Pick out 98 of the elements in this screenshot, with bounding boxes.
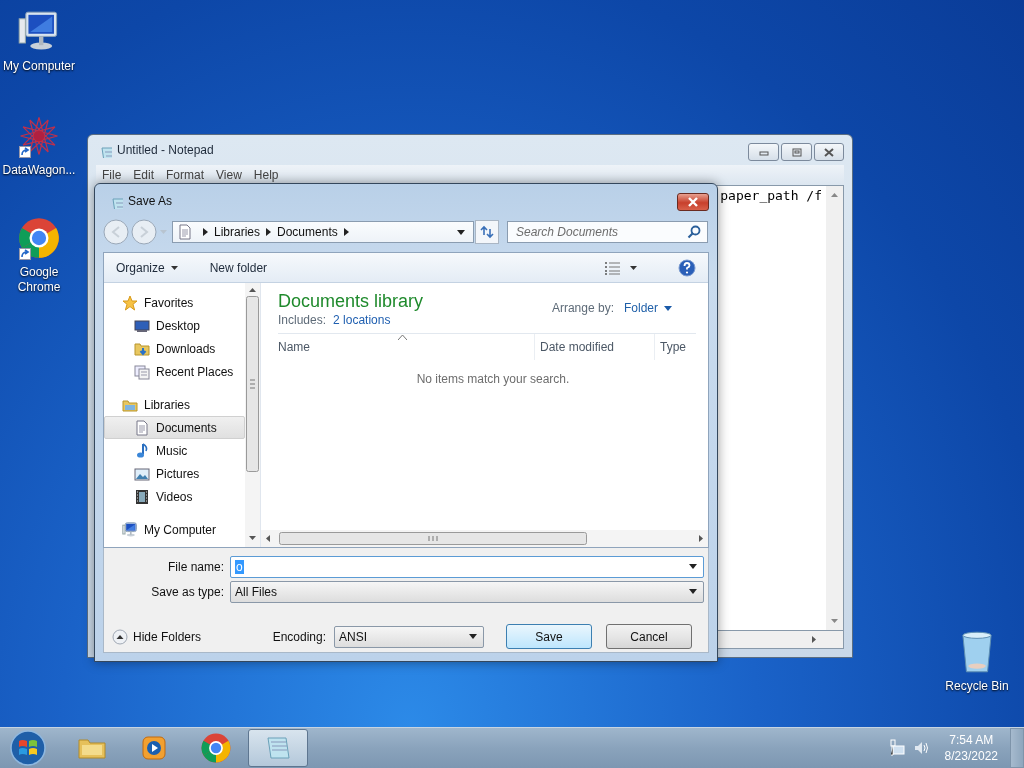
taskbar-button[interactable] (248, 729, 308, 767)
breadcrumb-arrow-icon[interactable] (343, 228, 349, 236)
chrome-icon (17, 216, 61, 260)
menu-item[interactable]: View (210, 168, 248, 182)
scroll-thumb[interactable] (279, 532, 587, 545)
menu-item[interactable]: Format (160, 168, 211, 182)
vertical-scrollbar[interactable] (245, 283, 260, 547)
save-button[interactable]: Save (506, 624, 592, 649)
breadcrumb-arrow-icon[interactable] (266, 228, 272, 236)
film-strip-icon (134, 488, 150, 505)
view-options-button[interactable] (604, 260, 638, 275)
vertical-scrollbar[interactable] (826, 186, 843, 630)
desktop-icon-label: Google Chrome (16, 265, 62, 295)
breadcrumb-arrow-icon[interactable] (203, 228, 208, 236)
minimize-button[interactable] (748, 143, 779, 161)
dropdown-caret-icon (689, 564, 697, 569)
monitor-icon (134, 317, 150, 334)
column-header[interactable]: Type (655, 334, 686, 360)
maximize-button[interactable] (781, 143, 812, 161)
star-icon (122, 294, 138, 311)
close-icon (822, 146, 836, 158)
column-header[interactable]: Name (278, 334, 535, 360)
scroll-thumb[interactable] (246, 296, 259, 472)
caret-icon (170, 265, 178, 270)
file-name-label: File name: (166, 559, 224, 574)
dialog-title: Save As (128, 194, 173, 208)
new-folder-button[interactable]: New folder (205, 258, 272, 277)
breadcrumb-item[interactable]: Libraries (214, 225, 261, 239)
nav-tree-item[interactable]: Recent Places (104, 360, 245, 383)
start-button[interactable] (8, 728, 48, 768)
document-icon (177, 224, 193, 240)
nav-tree-item[interactable]: My Computer (104, 518, 245, 541)
scroll-up-arrow-icon[interactable] (248, 287, 257, 293)
locations-link[interactable]: 2 locations (333, 313, 391, 327)
scroll-down-arrow-icon[interactable] (248, 535, 257, 541)
maximize-icon (789, 146, 804, 158)
includes-label: Includes: (278, 313, 327, 327)
horizontal-scrollbar[interactable] (261, 530, 708, 547)
close-button[interactable] (677, 193, 709, 211)
back-button[interactable] (103, 219, 129, 245)
hide-folders-button[interactable]: Hide Folders (112, 628, 202, 645)
scroll-left-arrow-icon[interactable] (265, 534, 271, 543)
search-icon[interactable] (687, 225, 701, 239)
desktop-icon-label: DataWagon... (2, 163, 76, 178)
picture-icon (134, 465, 150, 482)
encoding-dropdown[interactable]: ANSI (334, 625, 484, 648)
close-button[interactable] (814, 143, 844, 161)
nav-tree-item[interactable]: Desktop (104, 314, 245, 337)
desktop-shortcut[interactable]: Recycle Bin (938, 628, 1016, 694)
menu-item[interactable]: Help (247, 168, 285, 182)
help-button[interactable] (678, 258, 696, 277)
scroll-right-arrow-icon[interactable] (811, 635, 817, 644)
network-graph-icon (17, 114, 61, 158)
empty-message: No items match your search. (416, 372, 570, 386)
dropdown-caret-icon[interactable] (457, 229, 465, 235)
nav-tree-item[interactable]: Downloads (104, 337, 245, 360)
search-placeholder: Search Documents (516, 225, 619, 239)
dropdown-caret-icon (469, 634, 477, 639)
breadcrumb-item[interactable]: Documents (277, 225, 338, 239)
scroll-down-arrow-icon[interactable] (830, 618, 839, 624)
nav-tree-item[interactable]: Music (104, 439, 245, 462)
monitor-icon (122, 521, 138, 538)
close-icon (686, 197, 700, 207)
music-note-icon (134, 442, 150, 459)
desktop-icon-label: My Computer (3, 59, 75, 74)
menu-item[interactable]: Edit (127, 168, 161, 182)
cancel-button[interactable]: Cancel (606, 624, 692, 649)
scroll-up-arrow-icon[interactable] (830, 192, 839, 198)
nav-tree-item[interactable]: Favorites (104, 291, 245, 314)
recent-places-icon (134, 363, 150, 380)
forward-button[interactable] (131, 219, 157, 245)
column-header[interactable]: Date modified (535, 334, 655, 360)
arrange-by-label: Arrange by: (551, 301, 614, 315)
nav-tree-item[interactable]: Documents (104, 416, 245, 439)
window-title: Untitled - Notepad (117, 143, 214, 157)
desktop-shortcut[interactable]: Google Chrome (0, 214, 78, 295)
nav-tree-item[interactable]: Videos (104, 485, 245, 508)
chrome-icon (200, 732, 232, 764)
nav-tree-item[interactable]: Pictures (104, 462, 245, 485)
arrange-by-dropdown[interactable]: Folder (620, 301, 676, 315)
save-as-type-label: Save as type: (150, 584, 224, 599)
caret-icon (664, 305, 672, 311)
refresh-button[interactable] (475, 220, 499, 244)
search-field[interactable]: Search Documents (507, 221, 708, 243)
organize-menu-button[interactable]: Organize (112, 258, 182, 277)
dropdown-caret-icon (689, 589, 697, 594)
desktop-icon-label: Recycle Bin (945, 679, 1009, 694)
download-folder-icon (134, 340, 150, 357)
nav-tree-item[interactable]: Libraries (104, 393, 245, 416)
scroll-right-arrow-icon[interactable] (698, 534, 704, 543)
document-icon (134, 419, 150, 436)
desktop-shortcut[interactable]: My Computer (0, 8, 78, 74)
desktop-shortcut[interactable]: DataWagon... (0, 112, 78, 178)
save-as-type-dropdown[interactable]: All Files (230, 580, 704, 603)
encoding-label: Encoding: (272, 629, 326, 644)
address-bar[interactable]: Libraries Documents (172, 221, 474, 243)
menu-item[interactable]: File (96, 168, 128, 182)
library-title: Documents library (278, 291, 424, 312)
